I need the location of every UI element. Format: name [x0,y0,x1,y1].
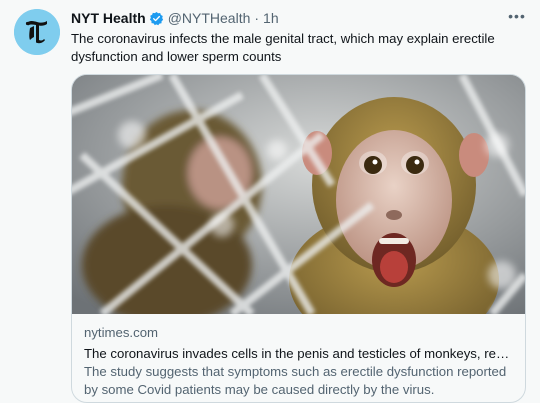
tweet-header: NYT Health @NYTHealth · 1h [71,8,528,28]
author-handle[interactable]: @NYTHealth [168,8,251,28]
card-description: The study suggests that symptoms such as… [84,364,507,397]
avatar[interactable] [14,9,60,55]
tweet-text: The coronavirus infects the male genital… [71,31,495,64]
card-image [72,75,525,314]
verified-badge-icon [149,11,163,25]
card-title[interactable]: The coronavirus invades cells in the pen… [84,345,513,363]
link-card[interactable]: nytimes.com The coronavirus invades cell… [71,74,526,403]
separator-dot: · [254,10,260,26]
card-domain: nytimes.com [84,325,159,340]
tweet[interactable]: NYT Health @NYTHealth · 1h ••• The coron… [0,0,540,403]
author-name[interactable]: NYT Health [71,8,146,28]
card-meta: nytimes.com The coronavirus invades cell… [72,314,525,399]
nyt-logo-icon [14,9,60,55]
tweet-timestamp[interactable]: 1h [263,8,279,28]
more-options-icon[interactable]: ••• [504,4,530,28]
